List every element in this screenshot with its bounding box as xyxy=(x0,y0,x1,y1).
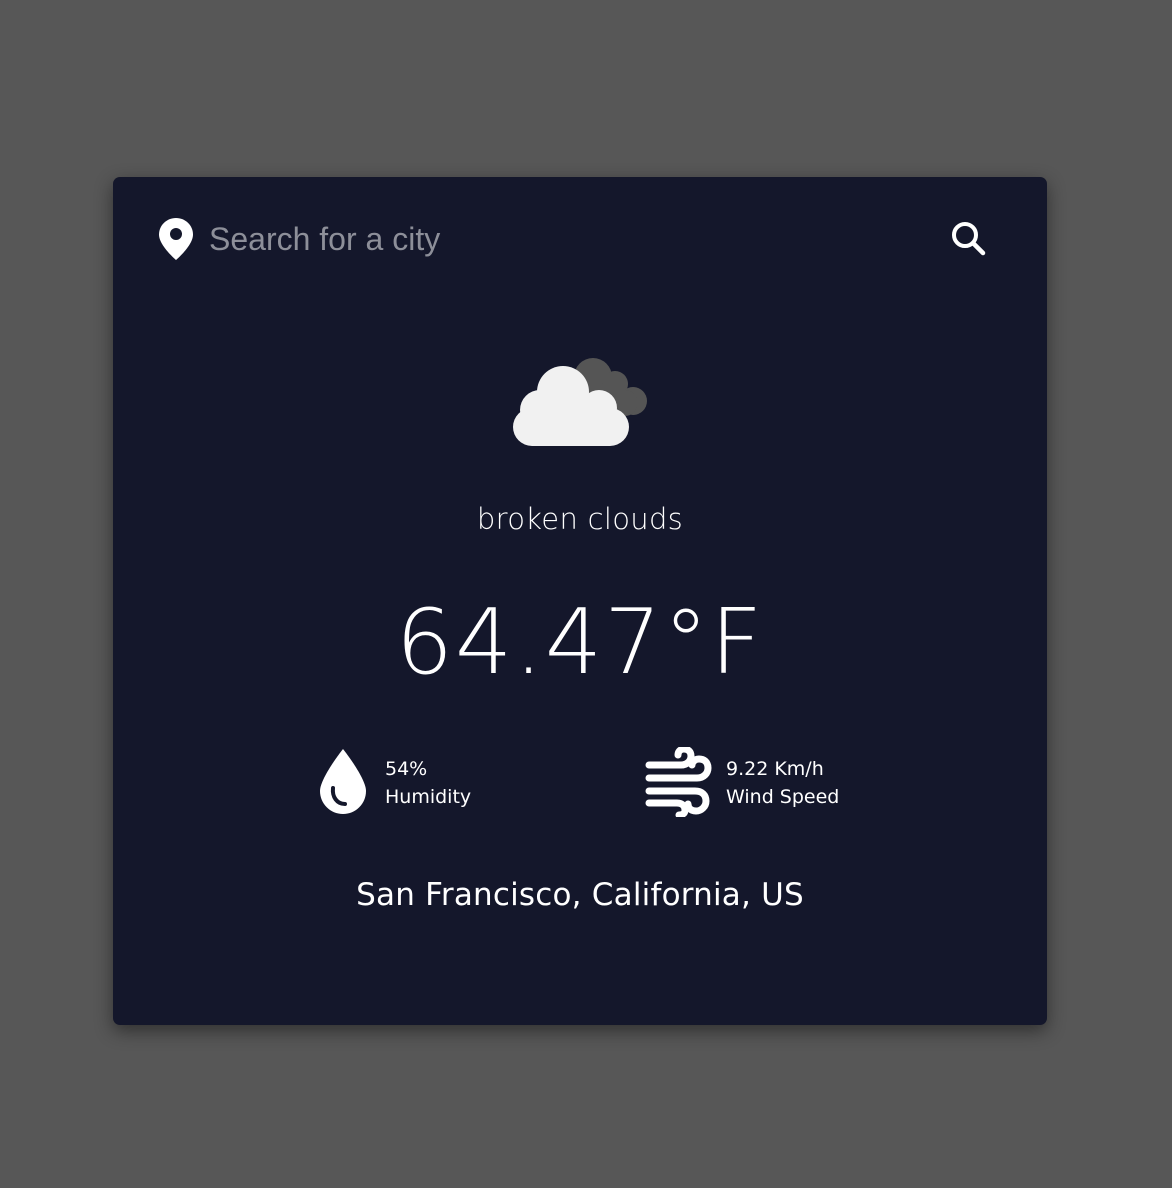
location-name: San Francisco, California, US xyxy=(356,877,804,913)
map-pin-icon xyxy=(159,218,193,260)
search-bar xyxy=(159,217,1001,261)
search-button[interactable] xyxy=(949,219,989,259)
weather-card: broken clouds 64.47°F 54% Humidity 9.22 … xyxy=(113,177,1047,1025)
broken-clouds-icon xyxy=(513,358,647,446)
city-search-input[interactable] xyxy=(209,217,909,261)
temperature-value: 64.47°F xyxy=(395,590,765,695)
water-drop-icon xyxy=(320,749,366,814)
wind-icon xyxy=(645,747,712,817)
humidity-stat: 54% Humidity xyxy=(318,747,568,817)
wind-text: 9.22 Km/h Wind Speed xyxy=(726,755,839,811)
magnifier-icon xyxy=(952,222,986,256)
humidity-value: 54% xyxy=(385,758,428,780)
weather-description: broken clouds xyxy=(476,502,684,536)
wind-stat: 9.22 Km/h Wind Speed xyxy=(643,747,943,817)
humidity-label: Humidity xyxy=(385,786,472,808)
humidity-text: 54% Humidity xyxy=(385,755,471,811)
wind-speed-label: Wind Speed xyxy=(726,786,840,808)
wind-speed-value: 9.22 Km/h xyxy=(726,758,824,780)
